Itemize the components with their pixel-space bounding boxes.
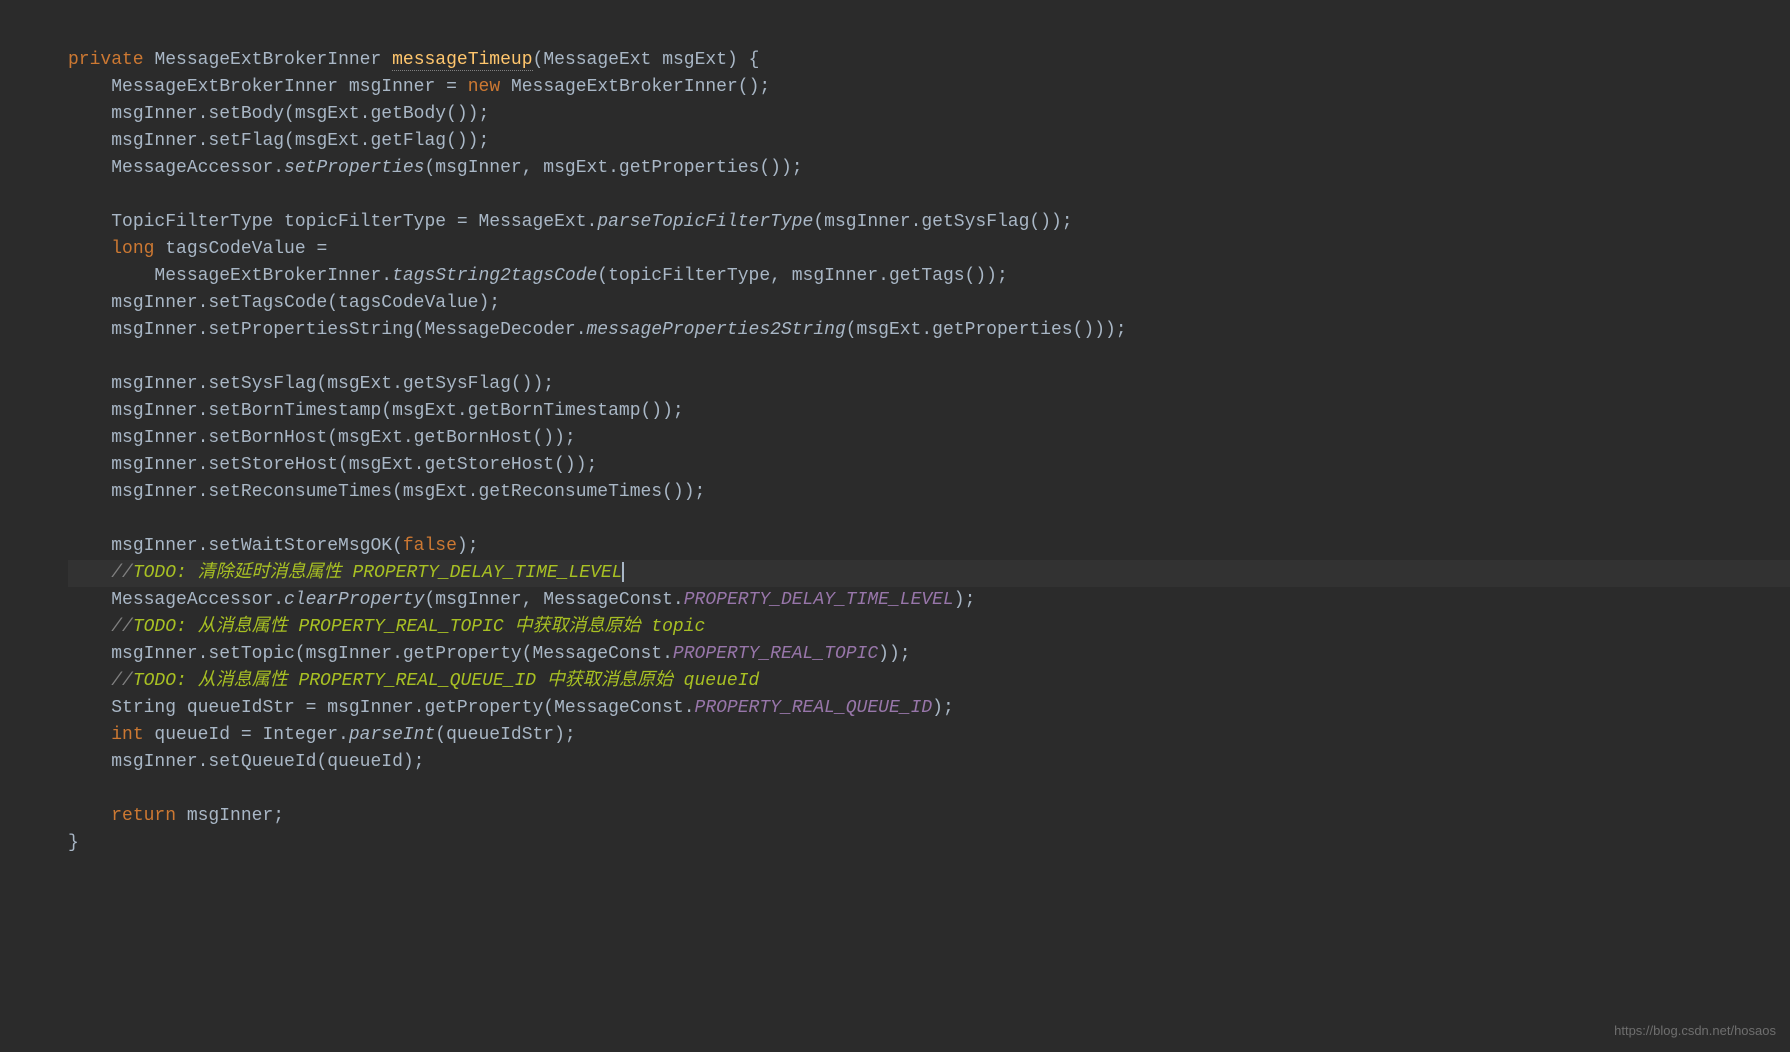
code-line: } [68, 833, 79, 853]
constant: PROPERTY_DELAY_TIME_LEVEL [684, 590, 954, 610]
highlighted-line: //TODO: 清除延时消息属性 PROPERTY_DELAY_TIME_LEV… [68, 560, 1790, 587]
return-type: MessageExtBrokerInner [154, 50, 381, 70]
code-line: TopicFilterType topicFilterType = Messag… [68, 212, 1073, 232]
comment-slash: // [111, 671, 133, 691]
code-line: msgInner.setBody(msgExt.getBody()); [68, 104, 489, 124]
code-line: msgInner.setBornTimestamp(msgExt.getBorn… [68, 401, 684, 421]
code-line: msgInner.setReconsumeTimes(msgExt.getRec… [68, 482, 705, 502]
blank-line [68, 509, 79, 529]
constant: PROPERTY_REAL_QUEUE_ID [695, 698, 933, 718]
code-line: msgInner.setPropertiesString(MessageDeco… [68, 320, 1127, 340]
code-line: return msgInner; [68, 806, 284, 826]
todo-comment: TODO: 清除延时消息属性 PROPERTY_DELAY_TIME_LEVEL [133, 563, 623, 583]
static-method: parseTopicFilterType [597, 212, 813, 232]
code-line: //TODO: 从消息属性 PROPERTY_REAL_QUEUE_ID 中获取… [68, 671, 759, 691]
code-line: MessageAccessor.setProperties(msgInner, … [68, 158, 803, 178]
static-method: clearProperty [284, 590, 424, 610]
keyword-private: private [68, 50, 144, 70]
keyword-new: new [468, 77, 500, 97]
static-method: setProperties [284, 158, 424, 178]
code-line: msgInner.setTopic(msgInner.getProperty(M… [68, 644, 911, 664]
blank-line [68, 347, 79, 367]
param-type: MessageExt [543, 50, 651, 70]
param-name: msgExt [662, 50, 727, 70]
code-line: private MessageExtBrokerInner messageTim… [68, 50, 759, 71]
keyword-int: int [111, 725, 143, 745]
keyword-false: false [403, 536, 457, 556]
code-line: MessageAccessor.clearProperty(msgInner, … [68, 590, 975, 610]
code-line: MessageExtBrokerInner.tagsString2tagsCod… [68, 266, 1008, 286]
todo-comment: TODO: 从消息属性 PROPERTY_REAL_QUEUE_ID 中获取消息… [133, 671, 759, 691]
code-line: msgInner.setFlag(msgExt.getFlag()); [68, 131, 489, 151]
static-method: parseInt [349, 725, 435, 745]
code-line: msgInner.setStoreHost(msgExt.getStoreHos… [68, 455, 597, 475]
keyword-long: long [111, 239, 154, 259]
method-name: messageTimeup [392, 50, 532, 71]
code-line: int queueId = Integer.parseInt(queueIdSt… [68, 725, 576, 745]
code-line: //TODO: 从消息属性 PROPERTY_REAL_TOPIC 中获取消息原… [68, 617, 705, 637]
brace-open: { [749, 50, 760, 70]
static-method: messageProperties2String [587, 320, 846, 340]
code-line: msgInner.setQueueId(queueId); [68, 752, 424, 772]
brace-close: } [68, 833, 79, 853]
code-line: msgInner.setSysFlag(msgExt.getSysFlag())… [68, 374, 554, 394]
blank-line [68, 779, 79, 799]
watermark: https://blog.csdn.net/hosaos [1614, 1017, 1776, 1044]
code-line: msgInner.setBornHost(msgExt.getBornHost(… [68, 428, 576, 448]
constant: PROPERTY_REAL_TOPIC [673, 644, 878, 664]
static-method: tagsString2tagsCode [392, 266, 597, 286]
blank-line [68, 185, 79, 205]
todo-comment: TODO: 从消息属性 PROPERTY_REAL_TOPIC 中获取消息原始 … [133, 617, 705, 637]
code-line: MessageExtBrokerInner msgInner = new Mes… [68, 77, 770, 97]
code-editor[interactable]: private MessageExtBrokerInner messageTim… [0, 0, 1790, 857]
keyword-return: return [111, 806, 176, 826]
code-line: msgInner.setWaitStoreMsgOK(false); [68, 536, 479, 556]
code-line: String queueIdStr = msgInner.getProperty… [68, 698, 954, 718]
code-line: msgInner.setTagsCode(tagsCodeValue); [68, 293, 500, 313]
comment-slash: // [111, 563, 133, 583]
text-cursor [622, 562, 624, 582]
code-line: long tagsCodeValue = [68, 239, 327, 259]
comment-slash: // [111, 617, 133, 637]
